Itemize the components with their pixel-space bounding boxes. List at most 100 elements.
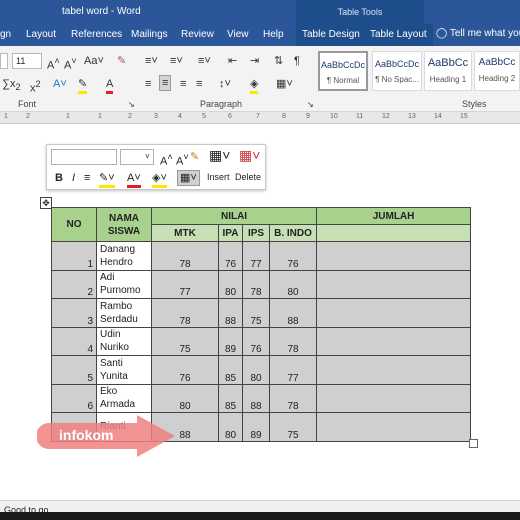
clear-format-icon[interactable]: ✎ xyxy=(117,54,126,68)
row-number-cell[interactable]: 4 xyxy=(51,326,97,356)
ipa-score-cell[interactable]: 80 xyxy=(218,269,243,299)
mini-font-size-field[interactable]: ˅ xyxy=(120,149,154,165)
student-name-cell[interactable]: Rambo Serdadu xyxy=(96,298,152,328)
ips-score-cell[interactable]: 88 xyxy=(242,383,270,413)
borders-icon[interactable]: ▦˅ xyxy=(177,170,200,186)
font-name-field[interactable] xyxy=(0,53,8,69)
sort-icon[interactable]: ⇅ xyxy=(274,54,283,68)
jumlah-cell[interactable] xyxy=(316,383,472,413)
decrease-indent-icon[interactable]: ⇤ xyxy=(228,54,237,68)
header-nilai[interactable]: NILAI xyxy=(150,207,318,225)
b-indo-score-cell[interactable]: 76 xyxy=(268,241,318,271)
change-case-icon[interactable]: Aa˅ xyxy=(84,54,104,68)
highlight-icon[interactable]: ✎ xyxy=(78,77,88,94)
paragraph-dialog-launcher-icon[interactable]: ↘ xyxy=(307,98,314,112)
font-size-field[interactable]: 11 xyxy=(12,53,42,69)
mtk-score-cell[interactable]: 78 xyxy=(151,298,219,328)
ipa-score-cell[interactable]: 85 xyxy=(218,383,243,413)
header-nama-siswa[interactable]: NAMA SISWA xyxy=(96,207,152,242)
tab-references[interactable]: References xyxy=(71,29,122,40)
shading-icon[interactable]: ◈˅ xyxy=(152,171,167,188)
jumlah-cell[interactable] xyxy=(316,326,472,356)
tab-table-layout[interactable]: Table Layout xyxy=(364,24,433,46)
b-indo-score-cell[interactable]: 88 xyxy=(268,298,318,328)
style-heading-1[interactable]: AaBbCc Heading 1 xyxy=(424,51,472,91)
highlight-icon[interactable]: ✎˅ xyxy=(99,171,115,188)
mtk-score-cell[interactable]: 80 xyxy=(151,383,219,413)
mtk-score-cell[interactable]: 77 xyxy=(151,269,219,299)
student-name-cell[interactable]: Danang Hendro xyxy=(96,241,152,271)
row-number-cell[interactable]: 5 xyxy=(51,355,97,385)
row-number-cell[interactable]: 2 xyxy=(51,269,97,299)
b-indo-score-cell[interactable]: 78 xyxy=(268,383,318,413)
student-name-cell[interactable]: Santi Yunita xyxy=(96,355,152,385)
mtk-score-cell[interactable]: 78 xyxy=(151,241,219,271)
ips-score-cell[interactable]: 76 xyxy=(242,326,270,356)
mtk-score-cell[interactable]: 75 xyxy=(151,326,219,356)
ipa-score-cell[interactable]: 76 xyxy=(218,241,243,271)
jumlah-cell[interactable] xyxy=(316,355,472,385)
text-effects-icon[interactable]: A˅ xyxy=(53,77,67,91)
header-jumlah[interactable]: JUMLAH xyxy=(316,207,472,225)
row-number-cell[interactable]: 3 xyxy=(51,298,97,328)
justify-icon[interactable]: ≡ xyxy=(196,77,202,91)
increase-indent-icon[interactable]: ⇥ xyxy=(250,54,259,68)
italic-button[interactable]: I xyxy=(72,171,75,185)
align-right-icon[interactable]: ≡ xyxy=(180,77,186,91)
jumlah-cell[interactable] xyxy=(316,412,472,442)
header-ips[interactable]: IPS xyxy=(242,224,270,242)
tab-help[interactable]: Help xyxy=(263,29,284,40)
ips-score-cell[interactable]: 77 xyxy=(242,241,270,271)
font-dialog-launcher-icon[interactable]: ↘ xyxy=(128,98,135,112)
line-spacing-icon[interactable]: ↕˅ xyxy=(219,77,231,91)
row-number-cell[interactable]: 1 xyxy=(51,241,97,271)
shrink-font-icon[interactable]: A˅ xyxy=(64,54,77,73)
tab-table-design[interactable]: Table Design xyxy=(296,24,366,46)
header-b-indo[interactable]: B. INDO xyxy=(268,224,318,242)
bullets-icon[interactable]: ≡˅ xyxy=(145,54,158,68)
delete-table-icon[interactable]: ▦˅ xyxy=(239,148,260,162)
style-no-spacing[interactable]: AaBbCcDc ¶ No Spac... xyxy=(372,51,422,91)
jumlah-cell[interactable] xyxy=(316,241,472,271)
tab-layout[interactable]: Layout xyxy=(26,29,56,40)
subscript-icon[interactable]: x2 xyxy=(10,77,21,94)
student-name-cell[interactable]: Eko Armada xyxy=(96,383,152,413)
superscript-icon[interactable]: x2 xyxy=(30,77,41,96)
style-normal[interactable]: AaBbCcDc ¶ Normal xyxy=(318,51,368,91)
multilevel-list-icon[interactable]: ≡˅ xyxy=(198,54,211,68)
ipa-score-cell[interactable]: 88 xyxy=(218,298,243,328)
ips-score-cell[interactable]: 89 xyxy=(242,412,270,442)
tab-review[interactable]: Review xyxy=(181,29,214,40)
header-no[interactable]: NO xyxy=(51,207,97,242)
header-ipa[interactable]: IPA xyxy=(218,224,243,242)
jumlah-cell[interactable] xyxy=(316,269,472,299)
delete-button[interactable]: Delete xyxy=(235,172,261,182)
insert-table-icon[interactable]: ▦˅ xyxy=(209,148,230,162)
tab-design[interactable]: gn xyxy=(0,29,11,40)
bold-button[interactable]: B xyxy=(55,171,63,185)
tab-view[interactable]: View xyxy=(227,29,249,40)
format-painter-icon[interactable]: ✎ xyxy=(190,150,199,164)
align-left-icon[interactable]: ≡ xyxy=(145,77,151,91)
grow-font-icon[interactable]: A˄ xyxy=(160,150,173,169)
table-resize-handle[interactable] xyxy=(469,439,478,448)
header-jumlah-sub[interactable] xyxy=(316,224,472,242)
mtk-score-cell[interactable]: 76 xyxy=(151,355,219,385)
b-indo-score-cell[interactable]: 78 xyxy=(268,326,318,356)
ips-score-cell[interactable]: 78 xyxy=(242,269,270,299)
borders-icon[interactable]: ▦˅ xyxy=(276,77,293,91)
style-heading-2[interactable]: AaBbCc Heading 2 xyxy=(474,51,520,91)
font-color-icon[interactable]: A˅ xyxy=(127,171,141,188)
ipa-score-cell[interactable]: 80 xyxy=(218,412,243,442)
align-center-icon[interactable]: ≡ xyxy=(159,75,172,91)
ipa-score-cell[interactable]: 89 xyxy=(218,326,243,356)
student-name-cell[interactable]: Adi Purnomo xyxy=(96,269,152,299)
show-marks-icon[interactable]: ¶ xyxy=(294,54,300,68)
row-number-cell[interactable]: 6 xyxy=(51,383,97,413)
header-mtk[interactable]: MTK xyxy=(151,224,219,242)
align-center-icon[interactable]: ≡ xyxy=(84,171,90,185)
ipa-score-cell[interactable]: 85 xyxy=(218,355,243,385)
ips-score-cell[interactable]: 75 xyxy=(242,298,270,328)
tell-me-box[interactable]: ◯ Tell me what you xyxy=(436,28,520,39)
jumlah-cell[interactable] xyxy=(316,298,472,328)
